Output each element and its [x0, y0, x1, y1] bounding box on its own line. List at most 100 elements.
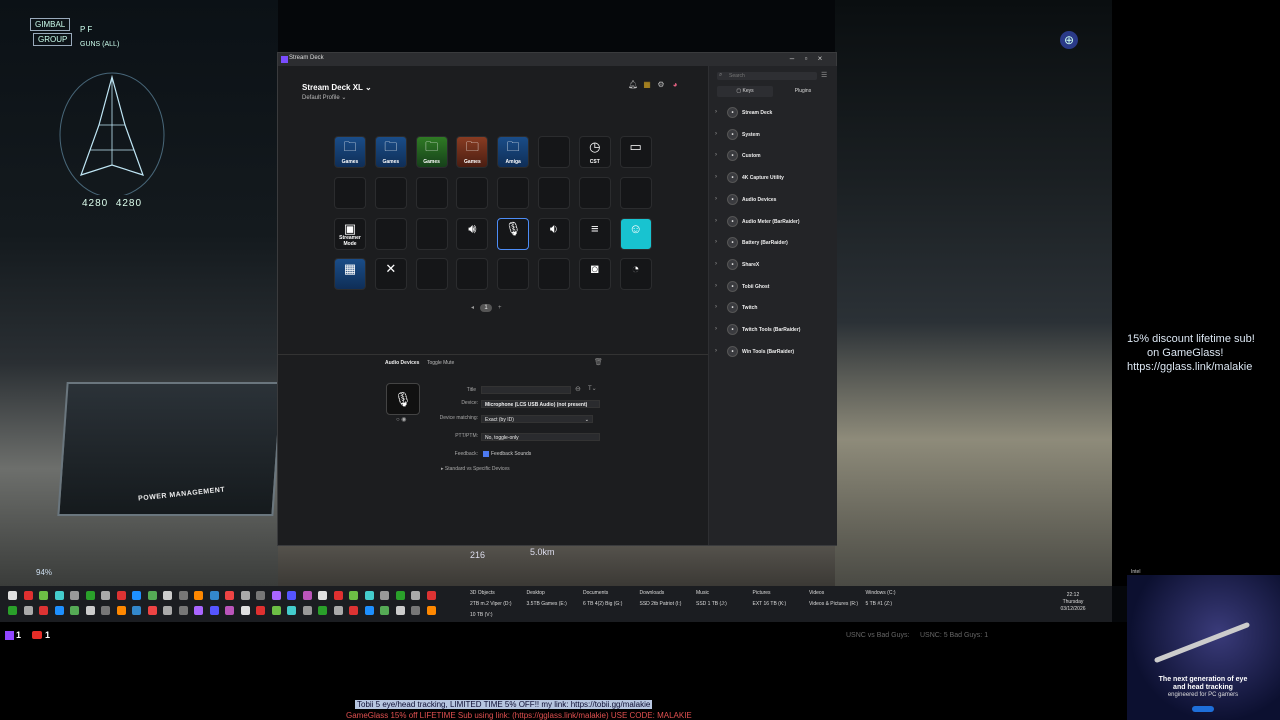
title-bar[interactable]: Stream Deck – ▫ ×: [278, 53, 836, 66]
ad-cta-button[interactable]: [1192, 706, 1214, 712]
system-clock[interactable]: 22:12 Thursday 03/12/2026: [1058, 592, 1088, 613]
key-slot[interactable]: 🔊︎: [456, 217, 489, 250]
taskbar-app-icon[interactable]: [426, 606, 436, 615]
taskbar-app-icon[interactable]: [318, 606, 327, 615]
drive-shortcut[interactable]: 3.5TB Games (E:): [527, 601, 567, 607]
key-slot[interactable]: ▣ Streamer Mode: [334, 217, 366, 250]
minimize-button[interactable]: –: [786, 54, 798, 63]
drive-folder-shortcut[interactable]: Downloads: [640, 590, 665, 596]
taskbar-app-icon[interactable]: [132, 606, 141, 615]
tab-plugins[interactable]: Plugins: [775, 86, 831, 97]
drive-shortcut[interactable]: Videos & Pictures (R:): [809, 601, 858, 607]
key-slot[interactable]: ✕: [374, 258, 407, 291]
profile-selector[interactable]: Default Profile ⌄: [302, 94, 346, 101]
list-view-icon[interactable]: ☰: [821, 71, 827, 79]
key-slot[interactable]: [578, 176, 611, 209]
key-slot[interactable]: 🗀 Games: [374, 136, 407, 168]
taskbar-app-icon[interactable]: [225, 606, 234, 615]
drive-folder-shortcut[interactable]: Music: [696, 590, 709, 596]
category-item[interactable]: › • ShareX: [715, 258, 833, 272]
key-slot[interactable]: ◷ CST: [578, 136, 611, 168]
key-slot[interactable]: [456, 176, 489, 209]
key-slot[interactable]: [497, 176, 530, 209]
taskbar-app-icon[interactable]: [349, 591, 358, 600]
taskbar-app-icon[interactable]: [240, 591, 250, 600]
category-item[interactable]: › • Audio Devices: [715, 193, 833, 207]
category-item[interactable]: › • System: [715, 128, 833, 142]
taskbar-app-icon[interactable]: [70, 591, 79, 600]
taskbar-app-icon[interactable]: [85, 606, 95, 615]
text-format-button[interactable]: T⌄: [588, 385, 597, 392]
drive-folder-shortcut[interactable]: Desktop: [527, 590, 545, 596]
maximize-button[interactable]: ▫: [800, 54, 812, 63]
key-slot[interactable]: [538, 136, 570, 168]
taskbar-app-icon[interactable]: [101, 591, 110, 600]
taskbar-app-icon[interactable]: [380, 591, 389, 600]
key-slot[interactable]: [415, 217, 448, 250]
taskbar-app-icon[interactable]: [178, 591, 188, 600]
tab-keys[interactable]: ▢ Keys: [717, 86, 773, 97]
category-item[interactable]: › • Custom: [715, 149, 833, 163]
taskbar-app-icon[interactable]: [194, 591, 203, 600]
taskbar-app-icon[interactable]: [240, 606, 250, 615]
key-slot[interactable]: [538, 258, 570, 291]
taskbar-app-icon[interactable]: [101, 606, 110, 615]
taskbar-app-icon[interactable]: [318, 591, 327, 600]
taskbar-app-icon[interactable]: [256, 591, 265, 600]
feedback-checkbox[interactable]: [483, 451, 489, 457]
key-slot[interactable]: [497, 258, 530, 291]
key-slot[interactable]: 🎙︎: [497, 217, 530, 250]
category-item[interactable]: › • 4K Capture Utility: [715, 171, 833, 185]
taskbar-app-icon[interactable]: [395, 591, 405, 600]
category-item[interactable]: › • Twitch: [715, 301, 833, 315]
taskbar-app-icon[interactable]: [8, 606, 17, 615]
page-number[interactable]: 1: [480, 304, 493, 312]
key-slot[interactable]: ◔: [619, 258, 652, 291]
taskbar-app-icon[interactable]: [147, 606, 157, 615]
drive-folder-shortcut[interactable]: Windows (C:): [866, 590, 896, 596]
key-slot[interactable]: [415, 176, 448, 209]
category-item[interactable]: › • Battery (BarRaider): [715, 236, 833, 250]
device-selector[interactable]: Stream Deck XL ⌄: [302, 83, 372, 92]
taskbar-app-icon[interactable]: [209, 591, 219, 600]
key-slot[interactable]: [374, 217, 407, 250]
drive-shortcut[interactable]: SSD 1 TB (J:): [696, 601, 727, 607]
taskbar-app-icon[interactable]: [395, 606, 405, 615]
taskbar-app-icon[interactable]: [8, 591, 17, 600]
trash-icon[interactable]: 🗑︎: [594, 358, 603, 366]
taskbar-app-icon[interactable]: [287, 591, 296, 600]
key-slot[interactable]: [619, 176, 652, 209]
key-slot[interactable]: 🗀 Amiga: [497, 136, 530, 168]
taskbar-app-icon[interactable]: [302, 591, 312, 600]
taskbar-app-icon[interactable]: [225, 591, 234, 600]
key-slot[interactable]: ▦: [334, 258, 366, 291]
drive-shortcut[interactable]: 6 TB 4(2) Big (G:): [583, 601, 622, 607]
key-slot[interactable]: ▭: [619, 136, 652, 168]
marketplace-icon[interactable]: ▦: [642, 80, 652, 90]
expand-section[interactable]: ▸ Standard vs Specific Devices: [441, 466, 510, 472]
taskbar-app-icon[interactable]: [39, 606, 48, 615]
category-item[interactable]: › • Stream Deck: [715, 106, 833, 120]
key-slot[interactable]: [538, 176, 570, 209]
drive-folder-shortcut[interactable]: Documents: [583, 590, 608, 596]
taskbar-app-icon[interactable]: [271, 606, 281, 615]
device-select[interactable]: Microphone (LCS USB Audio) (not present): [481, 400, 600, 408]
taskbar-app-icon[interactable]: [23, 606, 33, 615]
key-slot[interactable]: 🗀 Games: [334, 136, 366, 168]
account-icon[interactable]: ◕: [670, 80, 680, 90]
taskbar-app-icon[interactable]: [411, 606, 420, 615]
taskbar-app-icon[interactable]: [364, 591, 374, 600]
key-slot[interactable]: ◙: [578, 258, 611, 291]
key-slot[interactable]: 🔉︎: [538, 217, 570, 250]
drive-shortcut[interactable]: 5 TB #1 (Z:): [866, 601, 893, 607]
page-add-button[interactable]: +: [498, 305, 502, 311]
drive-shortcut[interactable]: SSD 2tb Patriot (I:): [640, 601, 682, 607]
taskbar-app-icon[interactable]: [163, 606, 172, 615]
taskbar-app-icon[interactable]: [85, 591, 95, 600]
key-slot[interactable]: ≡: [578, 217, 611, 250]
taskbar-app-icon[interactable]: [426, 591, 436, 600]
key-slot[interactable]: [334, 176, 366, 209]
taskbar-app-icon[interactable]: [70, 606, 79, 615]
taskbar-app-icon[interactable]: [178, 606, 188, 615]
category-item[interactable]: › • Twitch Tools (BarRaider): [715, 323, 833, 337]
